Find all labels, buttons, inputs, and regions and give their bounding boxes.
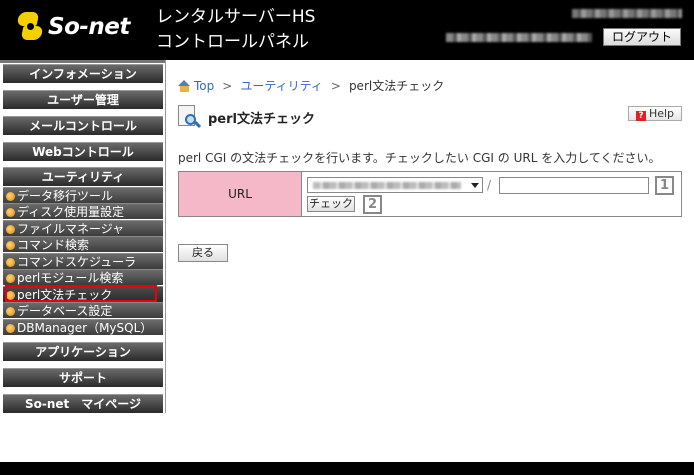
sidebar-item-utility[interactable]: ユーティリティ bbox=[3, 167, 163, 186]
orange-bullet-icon bbox=[6, 208, 15, 217]
path-separator: / bbox=[487, 178, 492, 192]
home-icon bbox=[178, 79, 191, 92]
orange-bullet-icon bbox=[6, 192, 15, 201]
sidebar-subitem-database-settings[interactable]: データベース設定 bbox=[3, 302, 163, 318]
magnifier-document-icon bbox=[178, 105, 202, 129]
breadcrumb: Top > ユーティリティ > perl文法チェック bbox=[178, 77, 444, 94]
sidebar-item-support[interactable]: サポート bbox=[3, 368, 163, 387]
orange-bullet-icon bbox=[6, 258, 15, 267]
app-title: レンタルサーバーHS コントロールパネル bbox=[156, 5, 315, 55]
redacted-domain bbox=[313, 182, 461, 189]
footer-bar bbox=[0, 462, 694, 475]
sidebar-item-my-page[interactable]: So-net マイページ bbox=[3, 394, 163, 413]
breadcrumb-top-link[interactable]: Top bbox=[194, 79, 214, 93]
step-badge-2: 2 bbox=[363, 195, 382, 214]
orange-bullet-icon bbox=[6, 307, 15, 316]
header: So-net レンタルサーバーHS コントロールパネル ログアウト bbox=[0, 0, 694, 60]
breadcrumb-separator: > bbox=[222, 78, 233, 93]
sidebar-item-applications[interactable]: アプリケーション bbox=[3, 342, 163, 361]
page-title: perl文法チェック bbox=[208, 111, 315, 127]
sidebar-subitem-file-manager[interactable]: ファイルマネージャ bbox=[3, 220, 163, 236]
logout-button[interactable]: ログアウト bbox=[603, 28, 681, 46]
sidebar-item-mail-control[interactable]: メールコントロール bbox=[3, 116, 163, 135]
logo: So-net bbox=[16, 12, 130, 42]
sidebar-subitem-data-migration[interactable]: データ移行ツール bbox=[3, 187, 163, 203]
logo-text: So-net bbox=[48, 14, 130, 40]
back-button[interactable]: 戻る bbox=[178, 244, 228, 262]
sidebar-subitem-perl-module-search[interactable]: perlモジュール検索 bbox=[3, 269, 163, 285]
sidebar-subitem-disk-usage[interactable]: ディスク使用量設定 bbox=[3, 203, 163, 219]
chevron-down-icon bbox=[471, 183, 479, 188]
breadcrumb-separator: > bbox=[330, 78, 341, 93]
app-title-line2: コントロールパネル bbox=[156, 32, 309, 52]
check-button[interactable]: チェック bbox=[307, 196, 355, 212]
page-header: perl文法チェック bbox=[178, 105, 315, 129]
help-button[interactable]: ? Help bbox=[628, 106, 682, 121]
sidebar-item-information[interactable]: インフォメーション bbox=[3, 64, 163, 83]
app-title-line1: レンタルサーバーHS bbox=[156, 7, 316, 27]
step-badge-1: 1 bbox=[655, 176, 674, 195]
sonet-logo-icon bbox=[16, 12, 44, 42]
sidebar-subitem-command-search[interactable]: コマンド検索 bbox=[3, 236, 163, 252]
url-label: URL bbox=[179, 172, 302, 216]
page-description: perl CGI の文法チェックを行います。チェックしたい CGI の URL … bbox=[178, 151, 661, 165]
domain-select[interactable] bbox=[307, 177, 483, 193]
orange-bullet-icon bbox=[6, 225, 15, 234]
redacted-account-info bbox=[572, 9, 682, 18]
sidebar-item-user-management[interactable]: ユーザー管理 bbox=[3, 90, 163, 109]
question-icon: ? bbox=[635, 111, 646, 121]
active-item-highlight bbox=[5, 285, 157, 302]
breadcrumb-current: perl文法チェック bbox=[348, 79, 445, 93]
url-form: URL / 1 チェック 2 bbox=[178, 171, 682, 217]
orange-bullet-icon bbox=[6, 241, 15, 250]
sidebar-subitem-command-scheduler[interactable]: コマンドスケジューラ bbox=[3, 253, 163, 269]
redacted-server-info bbox=[446, 33, 592, 42]
sidebar-top-bar bbox=[0, 60, 165, 63]
breadcrumb-utility-link[interactable]: ユーティリティ bbox=[240, 77, 323, 94]
orange-bullet-icon bbox=[6, 274, 15, 283]
path-input[interactable] bbox=[499, 177, 649, 194]
sidebar-subitem-dbmanager[interactable]: DBManager（MySQL） bbox=[3, 319, 163, 335]
sidebar-item-web-control[interactable]: Webコントロール bbox=[3, 142, 163, 161]
orange-bullet-icon bbox=[6, 324, 15, 333]
